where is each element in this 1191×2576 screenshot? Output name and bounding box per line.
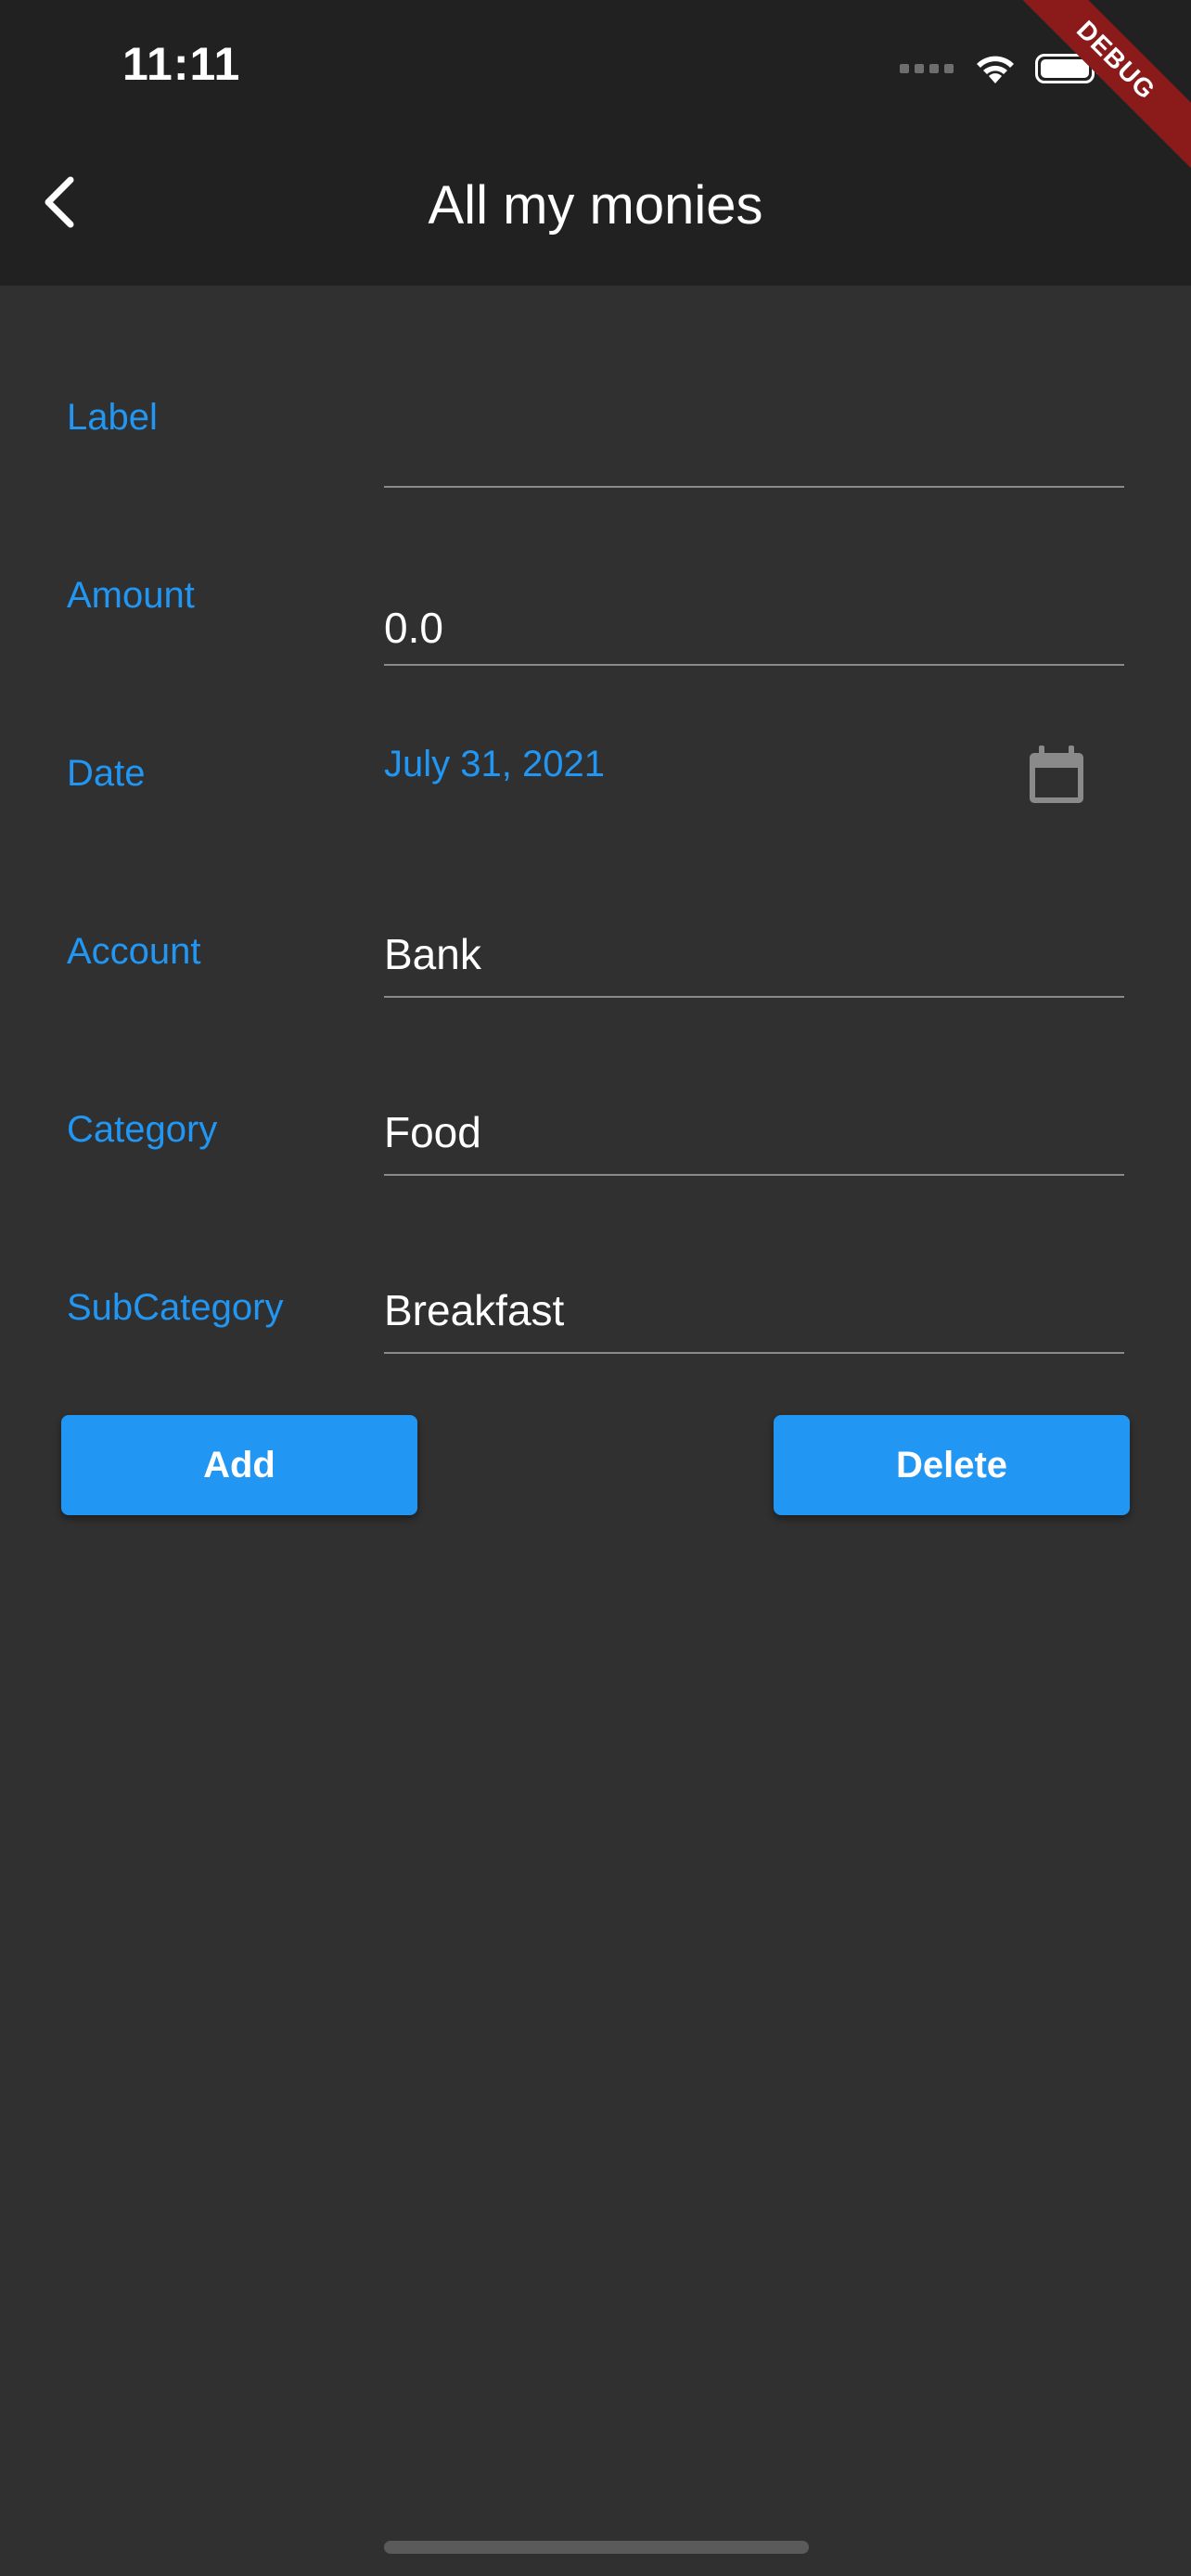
account-field-label: Account: [67, 931, 201, 972]
status-time: 11:11: [122, 38, 241, 90]
subcategory-select[interactable]: Breakfast: [384, 1283, 1124, 1354]
page-title: All my monies: [428, 175, 763, 236]
status-icons: [900, 43, 1101, 95]
category-select[interactable]: Food: [384, 1105, 1124, 1176]
date-value[interactable]: July 31, 2021: [384, 744, 605, 785]
cellular-signal-icon: [900, 64, 954, 73]
wifi-icon: [977, 56, 1014, 83]
date-field-label: Date: [67, 753, 146, 794]
transaction-edit-screen: 11:11 DEBUG All my monies Label Amount 0…: [0, 0, 1191, 2576]
delete-button[interactable]: Delete: [774, 1415, 1130, 1515]
category-field-label: Category: [67, 1109, 218, 1150]
amount-field-label: Amount: [67, 575, 195, 616]
subcategory-field-label: SubCategory: [67, 1287, 284, 1328]
app-bar: 11:11 DEBUG All my monies: [0, 0, 1191, 286]
amount-input[interactable]: [384, 592, 1124, 666]
account-select[interactable]: Bank: [384, 927, 1124, 998]
calendar-icon[interactable]: [1026, 746, 1087, 807]
home-indicator: [384, 2541, 809, 2554]
add-button[interactable]: Add: [61, 1415, 417, 1515]
label-field-label: Label: [67, 397, 158, 438]
label-input[interactable]: [384, 414, 1124, 488]
